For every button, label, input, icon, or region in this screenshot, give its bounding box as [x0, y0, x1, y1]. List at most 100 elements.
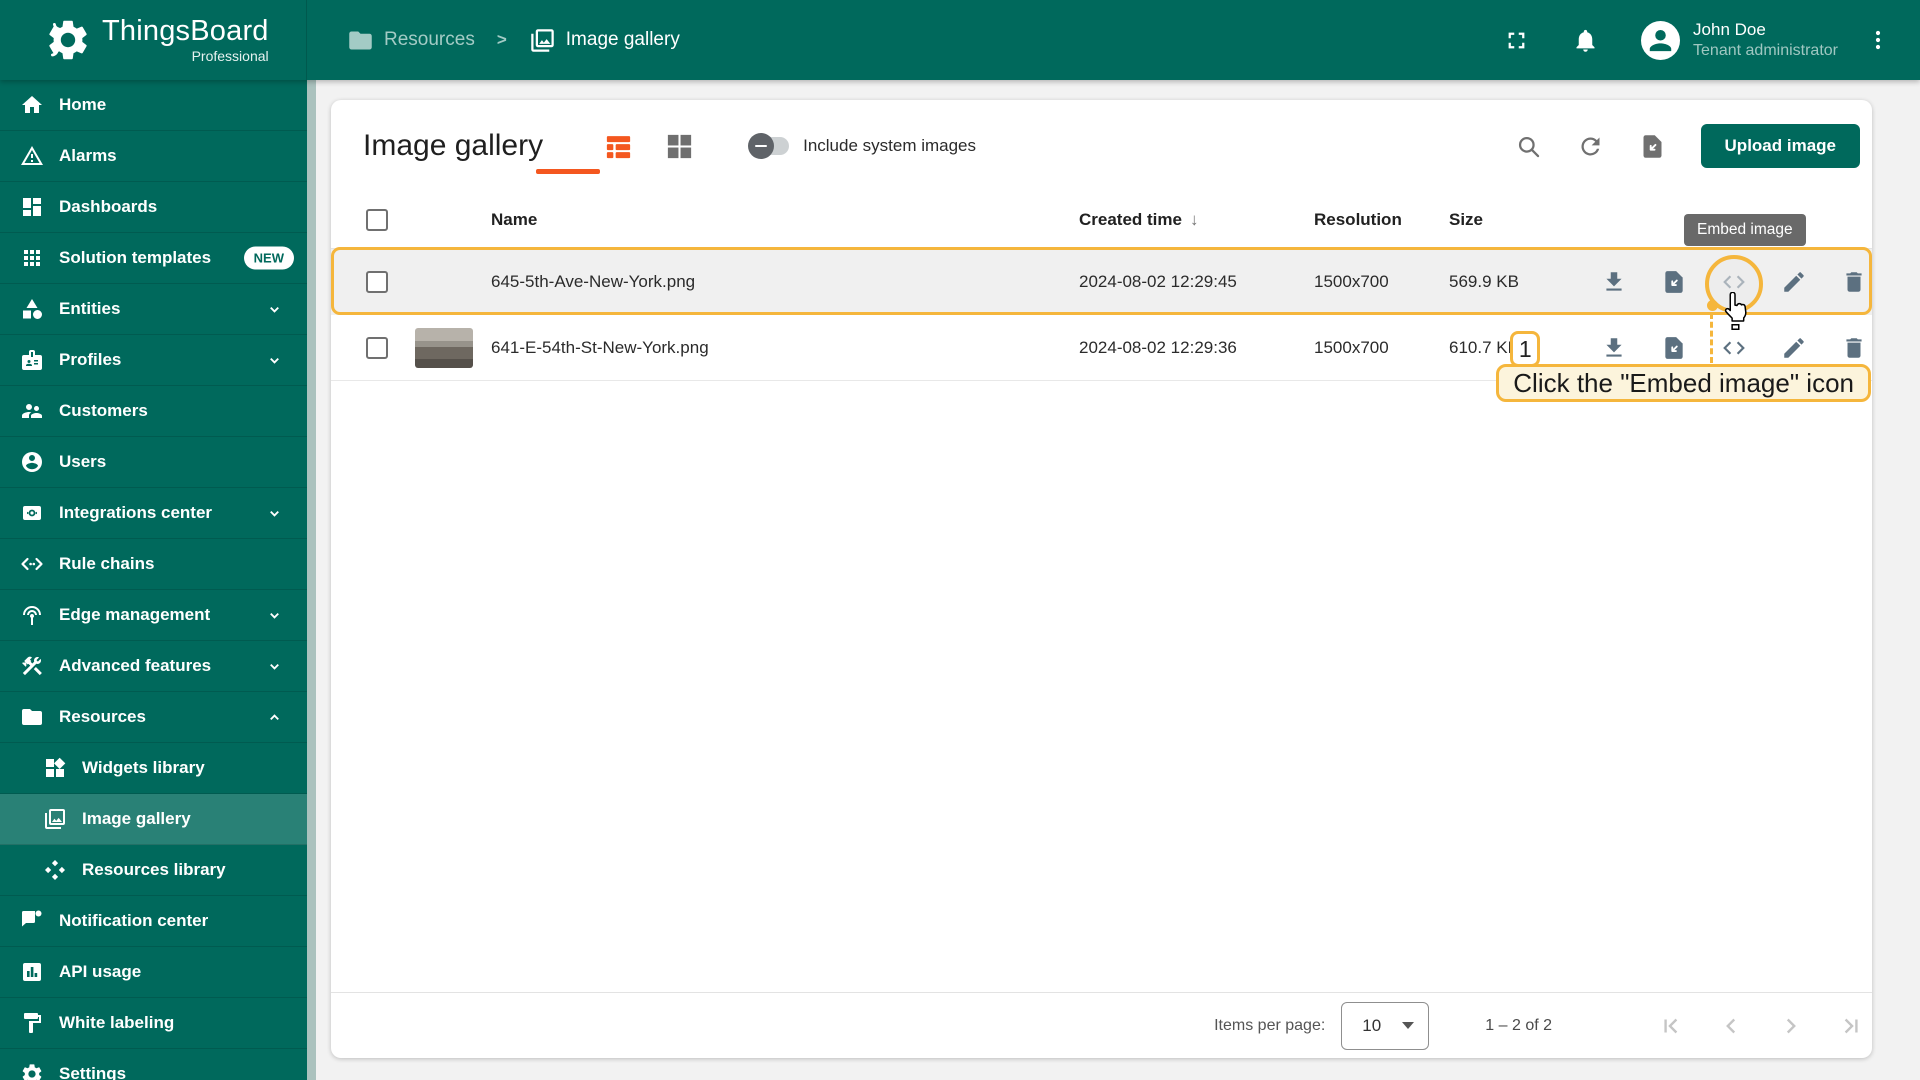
image-size: 569.9 KB: [1449, 271, 1519, 291]
sidebar-item-profiles[interactable]: Profiles: [0, 335, 307, 386]
include-system-images-toggle[interactable]: Include system images: [748, 133, 976, 159]
avatar[interactable]: [1641, 20, 1681, 60]
sidebar-item-edge-management[interactable]: Edge management: [0, 590, 307, 641]
column-header-resolution[interactable]: Resolution: [1314, 210, 1449, 230]
sidebar-item-alarms[interactable]: Alarms: [0, 131, 307, 182]
active-tab-underline: [536, 169, 600, 174]
thingsboard-logo-icon: [49, 20, 87, 60]
toggle-knob-off: [748, 133, 775, 159]
image-thumbnail: [415, 327, 473, 368]
edit-image-icon[interactable]: [1781, 269, 1807, 295]
image-thumbnail: [415, 262, 473, 302]
apps-icon: [24, 250, 40, 266]
customers-icon: [22, 404, 42, 418]
sidebar-item-label: Profiles: [59, 350, 122, 369]
column-header-created-time[interactable]: Created time ↓: [1079, 210, 1314, 230]
sidebar-item-white-labeling[interactable]: White labeling: [0, 998, 307, 1049]
sidebar-item-entities[interactable]: Entities: [0, 284, 307, 335]
sidebar-item-label: Entities: [59, 299, 121, 318]
sidebar-item-dashboards[interactable]: Dashboards: [0, 182, 307, 233]
breadcrumb-image-gallery[interactable]: Image gallery: [529, 27, 680, 54]
select-all-checkbox[interactable]: [366, 209, 388, 231]
sidebar-item-settings[interactable]: Settings: [0, 1049, 307, 1080]
row-checkbox[interactable]: [366, 270, 388, 293]
pagination-bar: Items per page: 10 1 – 2 of 2: [331, 992, 1872, 1058]
table-header-row: Name Created time ↓ Resolution Size: [331, 192, 1872, 249]
embed-image-tooltip: Embed image: [1684, 214, 1806, 246]
export-image-icon[interactable]: [1661, 335, 1687, 361]
user-role: Tenant administrator: [1693, 41, 1838, 59]
sidebar-item-label: Dashboards: [59, 197, 158, 216]
image-created-time: 2024-08-02 12:29:36: [1079, 337, 1237, 357]
fullscreen-icon[interactable]: [1503, 27, 1530, 54]
sidebar-item-advanced-features[interactable]: Advanced features: [0, 641, 307, 692]
edit-image-icon[interactable]: [1781, 335, 1807, 361]
grid-view-icon[interactable]: [664, 131, 695, 162]
dashboards-icon: [23, 198, 41, 216]
first-page-icon[interactable]: [1658, 1013, 1684, 1039]
sidebar-scrollbar[interactable]: [307, 80, 316, 1080]
sort-desc-icon: ↓: [1189, 210, 1199, 229]
sidebar-item-label: Solution templates: [59, 248, 212, 267]
table-row[interactable]: 645-5th-Ave-New-York.png 2024-08-02 12:2…: [331, 247, 1872, 315]
previous-page-icon[interactable]: [1718, 1013, 1744, 1039]
include-system-images-label: Include system images: [803, 136, 976, 155]
sidebar-item-label: Advanced features: [59, 656, 212, 675]
breadcrumb-resources[interactable]: Resources: [347, 27, 475, 54]
sidebar-item-resources-library[interactable]: Resources library: [0, 845, 307, 896]
chevron-down-icon: [270, 510, 279, 517]
chevron-up-icon: [270, 713, 279, 720]
widgets-icon: [46, 757, 66, 777]
app-edition: Professional: [191, 48, 269, 64]
download-image-icon[interactable]: [1601, 335, 1627, 361]
format-paint-icon: [24, 1013, 41, 1033]
row-checkbox[interactable]: [366, 336, 388, 359]
notification-center-icon: [22, 910, 42, 927]
breadcrumb-label: Resources: [384, 29, 475, 50]
search-icon[interactable]: [1515, 133, 1542, 160]
page-range-label: 1 – 2 of 2: [1485, 1016, 1552, 1034]
sidebar-item-rule-chains[interactable]: Rule chains: [0, 539, 307, 590]
user-info[interactable]: John Doe Tenant administrator: [1693, 19, 1838, 60]
more-vert-icon[interactable]: [1866, 28, 1890, 52]
items-per-page-value: 10: [1362, 1015, 1382, 1035]
column-header-size[interactable]: Size: [1449, 210, 1585, 230]
image-gallery-card: Image gallery Include system images Uplo…: [331, 100, 1872, 1058]
sidebar-item-api-usage[interactable]: API usage: [0, 947, 307, 998]
sidebar-item-label: Customers: [59, 401, 148, 420]
last-page-icon[interactable]: [1838, 1013, 1864, 1039]
notifications-bell-icon[interactable]: [1572, 27, 1599, 54]
image-resolution: 1500x700: [1314, 337, 1389, 357]
edge-antenna-icon: [23, 606, 41, 625]
sidebar: Home Alarms Dashboards Solution template…: [0, 80, 307, 1080]
sidebar-item-customers[interactable]: Customers: [0, 386, 307, 437]
upload-image-button[interactable]: Upload image: [1700, 124, 1860, 168]
sidebar-item-notification-center[interactable]: Notification center: [0, 896, 307, 947]
folder-icon: [22, 709, 42, 725]
download-image-icon[interactable]: [1601, 269, 1627, 295]
items-per-page-label: Items per page:: [1214, 1016, 1326, 1034]
sidebar-item-widgets-library[interactable]: Widgets library: [0, 743, 307, 794]
next-page-icon[interactable]: [1778, 1013, 1804, 1039]
sidebar-item-image-gallery[interactable]: Image gallery: [0, 794, 307, 845]
sidebar-item-users[interactable]: Users: [0, 437, 307, 488]
home-icon: [22, 96, 42, 113]
list-view-icon[interactable]: [603, 131, 634, 162]
import-image-icon[interactable]: [1639, 133, 1666, 160]
column-header-name[interactable]: Name: [491, 210, 1079, 230]
sidebar-item-home[interactable]: Home: [0, 80, 307, 131]
sidebar-item-label: Image gallery: [82, 809, 191, 828]
gallery-toolbar: Image gallery Include system images Uplo…: [331, 100, 1872, 192]
sidebar-item-resources[interactable]: Resources: [0, 692, 307, 743]
delete-image-icon[interactable]: [1841, 269, 1867, 295]
step-connector-dot: [1707, 300, 1718, 311]
sidebar-item-solution-templates[interactable]: Solution templates NEW: [0, 233, 307, 284]
app-logo: ThingsBoard Professional: [0, 0, 307, 80]
hand-cursor-icon: [1724, 292, 1747, 331]
items-per-page-select[interactable]: 10: [1341, 1001, 1430, 1050]
refresh-icon[interactable]: [1577, 133, 1604, 160]
embed-image-icon[interactable]: [1721, 335, 1747, 361]
sidebar-item-integrations-center[interactable]: Integrations center: [0, 488, 307, 539]
export-image-icon[interactable]: [1661, 269, 1687, 295]
delete-image-icon[interactable]: [1841, 335, 1867, 361]
